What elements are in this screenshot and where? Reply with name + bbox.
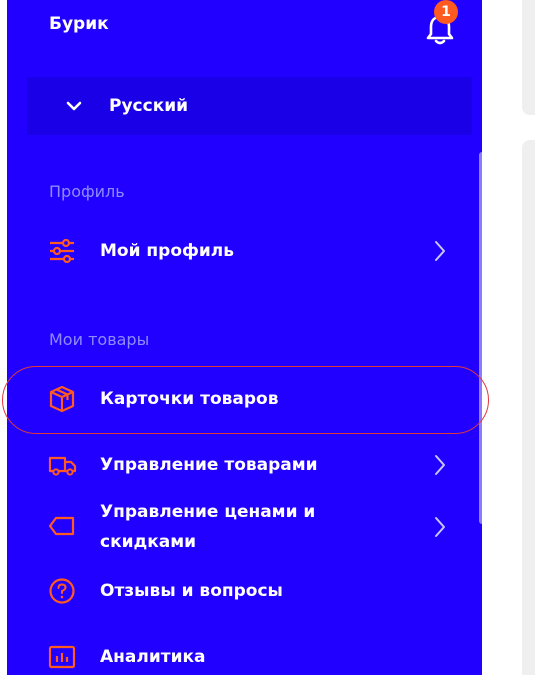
chevron-down-icon (66, 101, 82, 111)
menu-label-my-profile: Мой профиль (100, 241, 234, 261)
sliders-icon (50, 238, 74, 264)
menu-item-my-profile[interactable]: Мой профиль (7, 234, 482, 268)
content-panel-main (522, 140, 535, 675)
content-panel-top (522, 0, 535, 115)
menu-item-analytics[interactable]: Аналитика (7, 640, 482, 674)
menu-label-product-management: Управление товарами (100, 455, 318, 475)
menu-label-analytics: Аналитика (100, 647, 206, 667)
user-name[interactable]: Бурик (49, 14, 109, 34)
chevron-right-icon (435, 241, 445, 261)
chevron-right-icon (435, 517, 445, 537)
menu-item-reviews[interactable]: Отзывы и вопросы (7, 574, 482, 608)
section-title-products: Мои товары (49, 330, 150, 349)
menu-item-product-management[interactable]: Управление товарами (7, 448, 482, 482)
content-area (482, 0, 535, 675)
highlight-annotation (2, 366, 489, 434)
menu-item-price-management[interactable]: Управление ценами и скидками (7, 498, 482, 554)
sidebar: Бурик 1 Русский Профиль Мой профиль Мои … (7, 0, 482, 675)
bar-chart-icon (48, 645, 76, 669)
tag-icon (48, 516, 75, 536)
notification-badge: 1 (434, 0, 458, 24)
truck-icon (48, 456, 77, 476)
section-title-profile: Профиль (49, 182, 125, 201)
menu-label-reviews: Отзывы и вопросы (100, 581, 283, 601)
language-label: Русский (109, 96, 189, 116)
chevron-right-icon (435, 455, 445, 475)
menu-label-price-management-2: скидками (100, 532, 197, 552)
menu-label-price-management-1: Управление ценами и (100, 502, 316, 522)
language-selector[interactable]: Русский (27, 77, 472, 135)
question-circle-icon (49, 578, 75, 604)
